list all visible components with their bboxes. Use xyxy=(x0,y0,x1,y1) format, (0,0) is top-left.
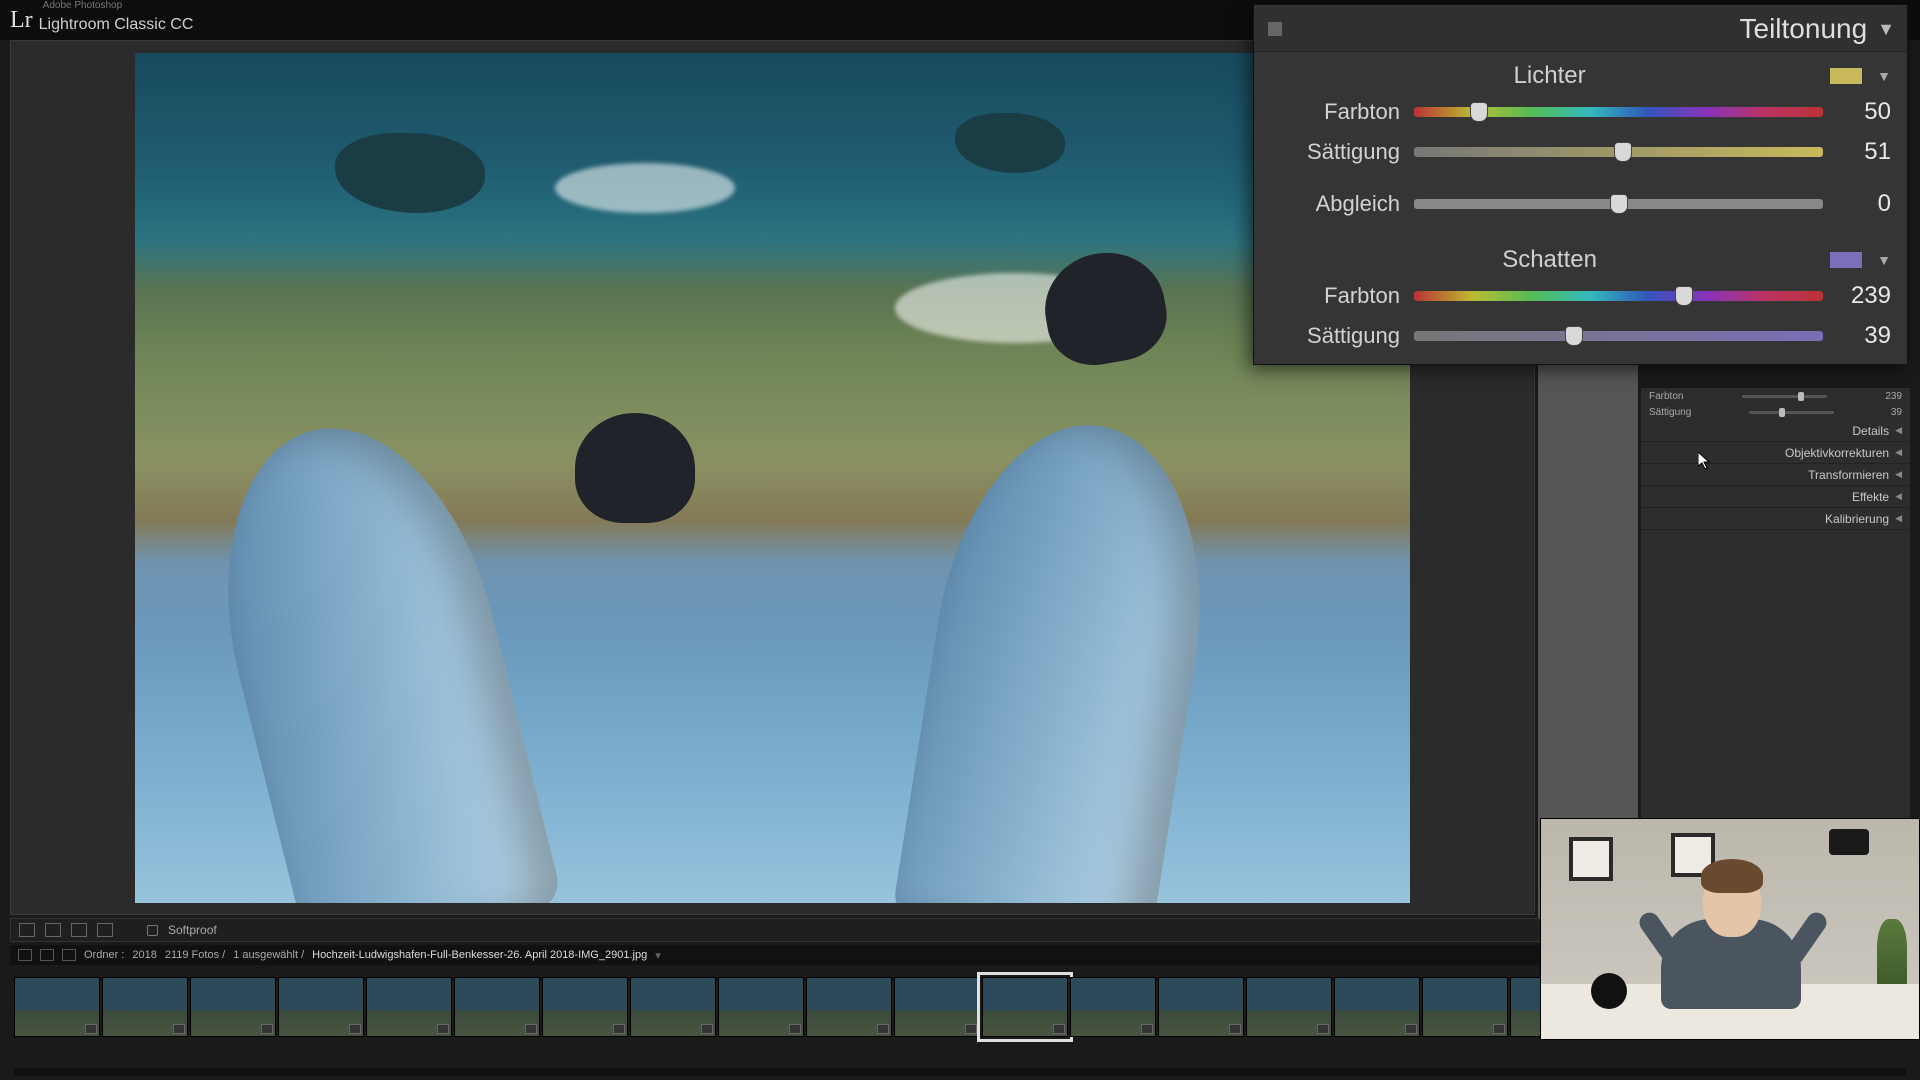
filmstrip-thumbnail[interactable] xyxy=(542,977,628,1037)
filmstrip-thumbnail[interactable] xyxy=(718,977,804,1037)
filmstrip-thumbnail[interactable] xyxy=(278,977,364,1037)
thumb-badge-icon xyxy=(1493,1024,1505,1034)
thumb-badge-icon xyxy=(701,1024,713,1034)
thumb-badge-icon xyxy=(613,1024,625,1034)
view-compare-icon[interactable] xyxy=(45,923,61,937)
camera-prop xyxy=(1829,829,1869,855)
balance-slider[interactable]: Abgleich 0 xyxy=(1254,184,1907,224)
split-toning-panel: Teiltonung ▼ Lichter ▼ Farbton 50 Sättig… xyxy=(1253,4,1908,365)
split-toning-header[interactable]: Teiltonung ▼ xyxy=(1254,5,1907,52)
filmstrip-thumbnail[interactable] xyxy=(806,977,892,1037)
second-window-icon[interactable] xyxy=(18,949,32,961)
filmstrip-thumbnail[interactable] xyxy=(894,977,980,1037)
filmstrip-thumbnail[interactable] xyxy=(1334,977,1420,1037)
chevron-down-icon[interactable]: ▼ xyxy=(1877,68,1891,84)
view-survey-icon[interactable] xyxy=(71,923,87,937)
filmstrip-thumbnail[interactable] xyxy=(982,977,1068,1037)
softproof-label: Softproof xyxy=(168,923,217,937)
mouse-cursor-icon xyxy=(1698,452,1710,470)
thumb-badge-icon xyxy=(965,1024,977,1034)
panel-header-effects[interactable]: Effekte◀ xyxy=(1641,486,1910,508)
thumb-badge-icon xyxy=(789,1024,801,1034)
filmstrip-thumbnail[interactable] xyxy=(630,977,716,1037)
grid-mode-icon[interactable] xyxy=(40,949,54,961)
thumb-badge-icon xyxy=(877,1024,889,1034)
app-logo: Lr xyxy=(10,7,33,34)
selected-count: 1 ausgewählt / xyxy=(233,949,304,961)
thumb-badge-icon xyxy=(525,1024,537,1034)
thumb-badge-icon xyxy=(1053,1024,1065,1034)
shadows-hue-slider[interactable]: Farbton 239 xyxy=(1254,276,1907,316)
panel-header-transform[interactable]: Transformieren◀ xyxy=(1641,464,1910,486)
chevron-down-icon[interactable]: ▼ xyxy=(1877,19,1895,40)
small-slider-hue[interactable]: Farbton 239 xyxy=(1641,388,1910,404)
chevron-down-icon[interactable]: ▼ xyxy=(1877,252,1891,268)
filmstrip-thumbnail[interactable] xyxy=(102,977,188,1037)
panel-header-calibration[interactable]: Kalibrierung◀ xyxy=(1641,508,1910,530)
panel-header-details[interactable]: Details◀ xyxy=(1641,420,1910,442)
shadows-heading-row: Schatten ▼ xyxy=(1254,236,1907,276)
softproof-checkbox[interactable] xyxy=(147,925,158,936)
thumb-badge-icon xyxy=(173,1024,185,1034)
highlights-sat-slider[interactable]: Sättigung 51 xyxy=(1254,132,1907,172)
thumb-badge-icon xyxy=(1405,1024,1417,1034)
app-title: Lightroom Classic CC xyxy=(39,17,194,33)
thumb-badge-icon xyxy=(349,1024,361,1034)
highlights-color-swatch[interactable] xyxy=(1829,67,1863,85)
highlights-hue-slider[interactable]: Farbton 50 xyxy=(1254,92,1907,132)
thumb-badge-icon xyxy=(437,1024,449,1034)
folder-label: Ordner : xyxy=(84,949,124,961)
thumb-badge-icon xyxy=(1317,1024,1329,1034)
filmstrip-info-bar: Ordner : 2018 2119 Fotos / 1 ausgewählt … xyxy=(10,945,1540,965)
filmstrip-thumbnail[interactable] xyxy=(454,977,540,1037)
shadows-sat-slider[interactable]: Sättigung 39 xyxy=(1254,316,1907,364)
thumb-badge-icon xyxy=(1141,1024,1153,1034)
thumb-badge-icon xyxy=(261,1024,273,1034)
filmstrip-thumbnail[interactable] xyxy=(1158,977,1244,1037)
app-caption: Adobe Photoshop xyxy=(43,1,194,11)
view-loupe-icon[interactable] xyxy=(19,923,35,937)
filmstrip-thumbnail[interactable] xyxy=(1422,977,1508,1037)
panel-toggle-icon[interactable] xyxy=(1268,22,1282,36)
view-grid-icon[interactable] xyxy=(97,923,113,937)
webcam-overlay xyxy=(1540,818,1920,1040)
main-preview-image[interactable] xyxy=(135,53,1410,903)
current-filename: Hochzeit-Ludwigshafen-Full-Benkesser-26.… xyxy=(312,949,647,961)
panel-header-lens[interactable]: Objektivkorrekturen◀ xyxy=(1641,442,1910,464)
folder-name[interactable]: 2018 xyxy=(132,949,156,961)
thumb-badge-icon xyxy=(85,1024,97,1034)
shadows-heading: Schatten xyxy=(1270,246,1829,274)
highlights-heading-row: Lichter ▼ xyxy=(1254,52,1907,92)
split-toning-title: Teiltonung xyxy=(1740,13,1868,45)
filmstrip-thumbnail[interactable] xyxy=(1246,977,1332,1037)
filmstrip-scrollbar[interactable] xyxy=(14,1068,1906,1076)
filmstrip-thumbnail[interactable] xyxy=(14,977,100,1037)
photo-count: 2119 Fotos / xyxy=(165,949,225,961)
shadows-color-swatch[interactable] xyxy=(1829,251,1863,269)
filmstrip-thumbnail[interactable] xyxy=(1070,977,1156,1037)
small-slider-sat[interactable]: Sättigung 39 xyxy=(1641,404,1910,420)
nav-icon[interactable] xyxy=(62,949,76,961)
highlights-heading: Lichter xyxy=(1270,62,1829,90)
filmstrip-thumbnail[interactable] xyxy=(190,977,276,1037)
thumb-badge-icon xyxy=(1229,1024,1241,1034)
filmstrip-thumbnail[interactable] xyxy=(366,977,452,1037)
